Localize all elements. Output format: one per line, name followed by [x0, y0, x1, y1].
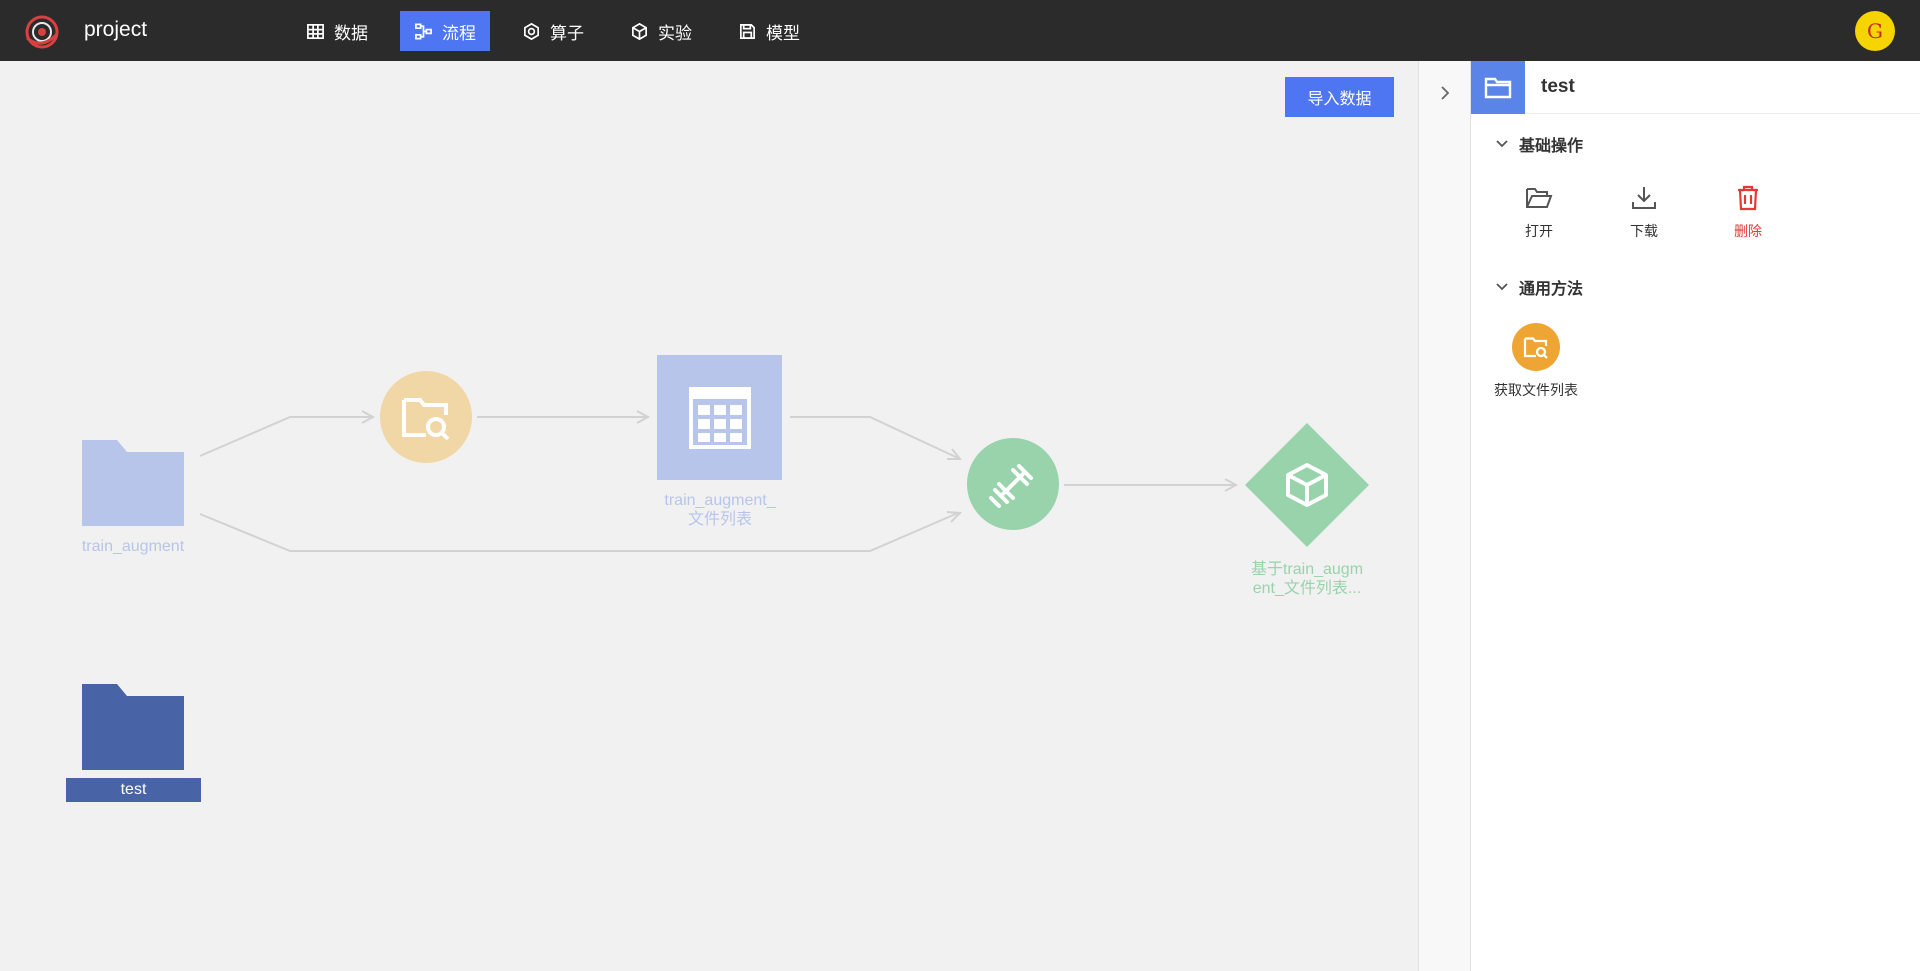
flow-icon: [415, 23, 432, 39]
dumbbell-icon: [989, 464, 1033, 508]
trash-icon: [1738, 185, 1758, 211]
folder-icon: [1471, 61, 1525, 114]
app-logo-icon[interactable]: [22, 12, 62, 52]
folder-icon: [82, 684, 184, 770]
node-label-train-augment: train_augment: [81, 538, 185, 555]
folder-icon: [82, 440, 184, 526]
flow-canvas[interactable]: train_augment train_augment_ 文件列表 基于trai…: [0, 61, 1418, 971]
node-label-test: test: [66, 778, 201, 802]
panel-collapse-strip: [1418, 61, 1470, 971]
hexagon-icon: [523, 22, 540, 40]
chevron-right-icon[interactable]: [1436, 84, 1454, 102]
import-data-button[interactable]: 导入数据: [1285, 77, 1394, 117]
action-label: 删除: [1734, 224, 1762, 240]
edge-data-to-train: [199, 512, 959, 552]
folder-open-icon: [1526, 188, 1553, 208]
nav-item-label: 数据: [334, 23, 368, 44]
section-common-methods[interactable]: 通用方法: [1495, 275, 1583, 299]
main-nav: 数据 流程 算子 实验 模型: [292, 11, 814, 51]
chevron-down-icon: [1496, 140, 1508, 148]
user-avatar[interactable]: G: [1855, 11, 1895, 51]
save-icon: [739, 23, 756, 39]
node-label-model: 基于train_augm ent_文件列表...: [1230, 560, 1384, 598]
nav-item-operator[interactable]: 算子: [508, 11, 598, 51]
nav-item-label: 实验: [658, 23, 692, 44]
section-title: 通用方法: [1519, 279, 1584, 298]
panel-title: test: [1541, 76, 1575, 97]
nav-item-experiment[interactable]: 实验: [616, 11, 706, 51]
table-icon: [688, 386, 751, 449]
node-file-list-method[interactable]: [380, 371, 472, 463]
nav-item-flow[interactable]: 流程: [400, 11, 490, 51]
node-training[interactable]: [967, 438, 1059, 530]
folder-search-icon: [402, 398, 450, 441]
cube-icon: [631, 22, 648, 40]
properties-panel: test 基础操作 打开 下载 删除 通用方法 获取文件列表: [1470, 61, 1920, 971]
open-button[interactable]: 打开: [1499, 185, 1579, 241]
method-label: 获取文件列表: [1494, 383, 1578, 399]
nav-item-label: 流程: [442, 23, 476, 44]
folder-search-icon: [1523, 337, 1548, 359]
method-get-file-list[interactable]: 获取文件列表: [1486, 323, 1586, 400]
action-label: 下载: [1630, 224, 1658, 240]
nav-item-model[interactable]: 模型: [724, 11, 814, 51]
nav-item-label: 模型: [766, 23, 800, 44]
table-icon: [307, 23, 324, 39]
node-label-line: 文件列表: [687, 511, 752, 528]
node-test[interactable]: [82, 684, 184, 770]
panel-header: test: [1471, 61, 1920, 114]
node-train-augment[interactable]: [82, 440, 184, 526]
action-label: 打开: [1525, 224, 1553, 240]
section-title: 基础操作: [1519, 136, 1584, 155]
method-icon: [1512, 323, 1560, 371]
project-title[interactable]: project: [84, 18, 147, 42]
nav-item-label: 算子: [550, 23, 584, 44]
node-model[interactable]: [1245, 423, 1369, 547]
edge-data-to-method: [199, 416, 372, 457]
download-icon: [1632, 187, 1656, 209]
nav-item-data[interactable]: 数据: [292, 11, 382, 51]
node-label-line: ent_文件列表...: [1252, 580, 1362, 597]
chevron-down-icon: [1496, 283, 1508, 291]
top-bar: project 数据 流程 算子 实验 模型 G: [0, 0, 1920, 61]
edge-table-to-train: [790, 416, 959, 459]
node-label-file-list-table: train_augment_ 文件列表: [640, 491, 800, 529]
delete-button[interactable]: 删除: [1708, 185, 1788, 241]
download-button[interactable]: 下载: [1604, 185, 1684, 241]
node-label-line: train_augment_: [664, 492, 776, 509]
section-basic-operations[interactable]: 基础操作: [1495, 132, 1583, 156]
node-label-line: 基于train_augm: [1250, 561, 1364, 578]
cube-icon: [1286, 463, 1328, 507]
node-file-list-table[interactable]: [657, 355, 782, 480]
